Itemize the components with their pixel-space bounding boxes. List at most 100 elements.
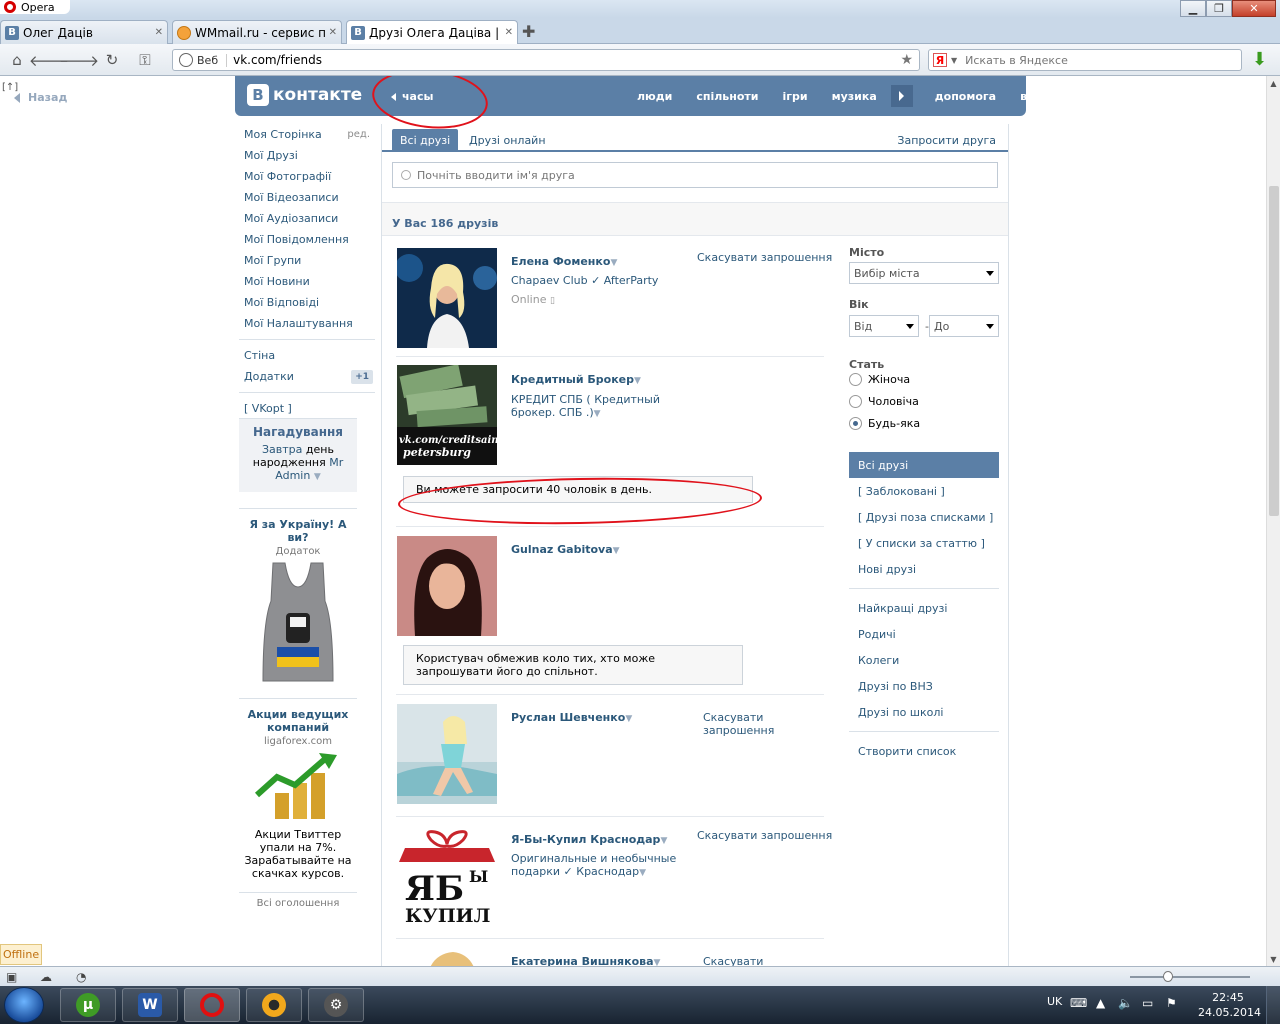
nav-play-button[interactable] bbox=[890, 85, 913, 107]
list-unlisted[interactable]: [ Друзі поза списками ] bbox=[849, 504, 999, 530]
scrollbar-thumb[interactable] bbox=[1269, 186, 1279, 516]
reminder-when-link[interactable]: Завтра bbox=[262, 443, 302, 456]
list-relatives[interactable]: Родичі bbox=[849, 621, 999, 647]
cancel-request-link[interactable]: Скасувати запрошення bbox=[703, 711, 793, 737]
friend-name[interactable]: Я-Бы-Купил Краснодар▼ bbox=[511, 833, 667, 846]
menu-apps[interactable]: Додатки +1 bbox=[239, 366, 375, 387]
list-blocked[interactable]: [ Заблоковані ] bbox=[849, 478, 999, 504]
sex-option-male[interactable]: Чоловіча bbox=[849, 395, 919, 408]
friend-avatar[interactable] bbox=[397, 248, 497, 348]
tab-friends-online[interactable]: Друзі онлайн bbox=[461, 129, 554, 152]
menu-my-audio[interactable]: Мої Аудіозаписи bbox=[239, 208, 375, 229]
nav-games[interactable]: ігри bbox=[771, 90, 820, 103]
taskbar-utorrent[interactable]: µ bbox=[60, 988, 116, 1022]
nav-logout[interactable]: вийти bbox=[1008, 90, 1068, 103]
menu-vkopt[interactable]: [ VKopt ] bbox=[239, 398, 375, 419]
friend-avatar[interactable]: vk.com/creditsaint petersburg bbox=[397, 365, 497, 465]
list-university[interactable]: Друзі по ВНЗ bbox=[849, 673, 999, 699]
ad-title[interactable]: Я за Україну! А ви? bbox=[239, 518, 357, 544]
bookmark-star-icon[interactable]: ★ bbox=[900, 52, 919, 68]
flag-icon[interactable]: ⚑ bbox=[1166, 996, 1177, 1010]
start-button[interactable] bbox=[4, 987, 44, 1023]
show-desktop-button[interactable] bbox=[1266, 986, 1280, 1024]
list-by-sex[interactable]: [ У списки за статтю ] bbox=[849, 530, 999, 556]
keyboard-icon[interactable]: ⌨ bbox=[1070, 996, 1087, 1010]
menu-my-page[interactable]: Моя Сторінка ред. bbox=[239, 124, 375, 145]
friend-name[interactable]: Елена Фоменко▼ bbox=[511, 255, 617, 268]
scroll-up-arrow-icon[interactable]: ▲ bbox=[1267, 76, 1280, 90]
forward-arrow-icon[interactable]: 🡒 bbox=[59, 50, 99, 70]
download-arrow-icon[interactable]: ⬇ bbox=[1252, 51, 1267, 69]
close-window-button[interactable]: ✕ bbox=[1232, 0, 1276, 17]
list-best-friends[interactable]: Найкращі друзі bbox=[849, 595, 999, 621]
scroll-down-arrow-icon[interactable]: ▼ bbox=[1267, 952, 1280, 966]
cancel-request-link[interactable]: Скасувати запрошення bbox=[697, 829, 832, 842]
panel-toggle-icon[interactable]: ▣ bbox=[6, 970, 17, 984]
tab-all-friends[interactable]: Всі друзі bbox=[392, 129, 459, 152]
back-arrow-icon[interactable]: 🡐 bbox=[29, 50, 69, 70]
vk-logo[interactable]: В контакте bbox=[247, 84, 362, 106]
menu-my-photos[interactable]: Мої Фотографії bbox=[239, 166, 375, 187]
coins-chart-image[interactable] bbox=[253, 751, 343, 821]
friend-avatar[interactable] bbox=[397, 536, 497, 636]
friend-avatar[interactable] bbox=[397, 704, 497, 804]
chevron-down-icon[interactable]: ▼ bbox=[594, 409, 601, 419]
header-back-link[interactable]: часы bbox=[391, 90, 433, 103]
reload-icon[interactable]: ↻ bbox=[101, 50, 123, 70]
key-icon[interactable]: ⚿ bbox=[134, 50, 156, 70]
menu-my-settings[interactable]: Мої Налаштування bbox=[239, 313, 375, 334]
nav-people[interactable]: люди bbox=[625, 90, 684, 103]
friend-avatar[interactable]: ЯБ Ы КУПИЛ bbox=[397, 826, 497, 926]
ad-block-ligaforex[interactable]: Акции ведущих компаний ligaforex.com Акц… bbox=[239, 708, 357, 880]
back-link[interactable]: Назад bbox=[14, 91, 67, 104]
taskbar-daemon-tools[interactable] bbox=[246, 988, 302, 1022]
menu-my-friends[interactable]: Мої Друзі bbox=[239, 145, 375, 166]
zoom-slider-thumb[interactable] bbox=[1163, 971, 1173, 982]
radio-button[interactable] bbox=[849, 373, 862, 386]
sex-option-female[interactable]: Жіноча bbox=[849, 373, 910, 386]
sex-option-any[interactable]: Будь-яка bbox=[849, 417, 920, 430]
taskbar-app-emblem[interactable]: ⚙ bbox=[308, 988, 364, 1022]
zoom-slider-track[interactable] bbox=[1130, 976, 1250, 978]
radio-button[interactable] bbox=[849, 395, 862, 408]
city-select[interactable]: Вибір міста bbox=[849, 262, 999, 284]
ad-block-ukraine[interactable]: Я за Україну! А ви? Додаток bbox=[239, 518, 357, 686]
menu-my-videos[interactable]: Мої Відеозаписи bbox=[239, 187, 375, 208]
tray-arrow-icon[interactable]: ▲ bbox=[1096, 996, 1105, 1010]
search-box[interactable]: Я ▼ bbox=[928, 49, 1242, 71]
yandex-logo-icon[interactable]: Я bbox=[933, 53, 947, 67]
network-icon[interactable]: ▭ bbox=[1142, 996, 1153, 1010]
maximize-button[interactable]: ❐ bbox=[1206, 0, 1232, 17]
taskbar-word[interactable]: W bbox=[122, 988, 178, 1022]
invite-friend-link[interactable]: Запросити друга bbox=[897, 134, 996, 147]
friend-search-input[interactable] bbox=[417, 168, 997, 182]
list-school[interactable]: Друзі по школі bbox=[849, 699, 999, 725]
system-clock[interactable]: 22:45 24.05.2014 bbox=[1198, 990, 1261, 1020]
radio-button-selected[interactable] bbox=[849, 417, 862, 430]
url-bar[interactable]: Веб ★ bbox=[172, 49, 920, 71]
friend-search-box[interactable] bbox=[392, 162, 998, 188]
all-ads-link[interactable]: Всі оголошення bbox=[239, 898, 357, 909]
friend-name[interactable]: Gulnaz Gabitova▼ bbox=[511, 543, 620, 556]
chevron-down-icon[interactable]: ▼ bbox=[634, 376, 641, 386]
browser-tab-2[interactable]: WMmail.ru - сервис п... ✕ bbox=[172, 20, 342, 44]
list-all-friends[interactable]: Всі друзі bbox=[849, 452, 999, 478]
new-tab-icon[interactable]: ✚ bbox=[522, 22, 535, 41]
nav-help[interactable]: допомога bbox=[923, 90, 1008, 103]
friend-info[interactable]: КРЕДИТ СПБ ( Кредитный брокер. СПБ .)▼ bbox=[511, 393, 691, 421]
close-tab-icon[interactable]: ✕ bbox=[329, 27, 337, 38]
minimize-button[interactable]: ▁ bbox=[1180, 0, 1206, 17]
menu-my-news[interactable]: Мої Новини bbox=[239, 271, 375, 292]
chevron-down-icon[interactable]: ▼ bbox=[613, 546, 620, 556]
volume-icon[interactable]: 🔈 bbox=[1118, 996, 1133, 1010]
browser-tab-1[interactable]: B Олег Даців ✕ bbox=[0, 20, 168, 44]
home-icon[interactable]: ⌂ bbox=[6, 50, 28, 70]
cancel-request-link[interactable]: Скасувати запрошення bbox=[697, 251, 832, 264]
chevron-down-icon[interactable]: ▼ bbox=[654, 958, 661, 966]
cancel-request-link[interactable]: Скасувати bbox=[703, 955, 763, 966]
search-input[interactable] bbox=[957, 53, 1241, 67]
chevron-down-icon[interactable]: ▼ bbox=[610, 258, 617, 268]
friend-avatar[interactable] bbox=[397, 948, 497, 966]
friend-name[interactable]: Кредитный Брокер▼ bbox=[511, 373, 641, 386]
age-from-select[interactable]: Від bbox=[849, 315, 919, 337]
